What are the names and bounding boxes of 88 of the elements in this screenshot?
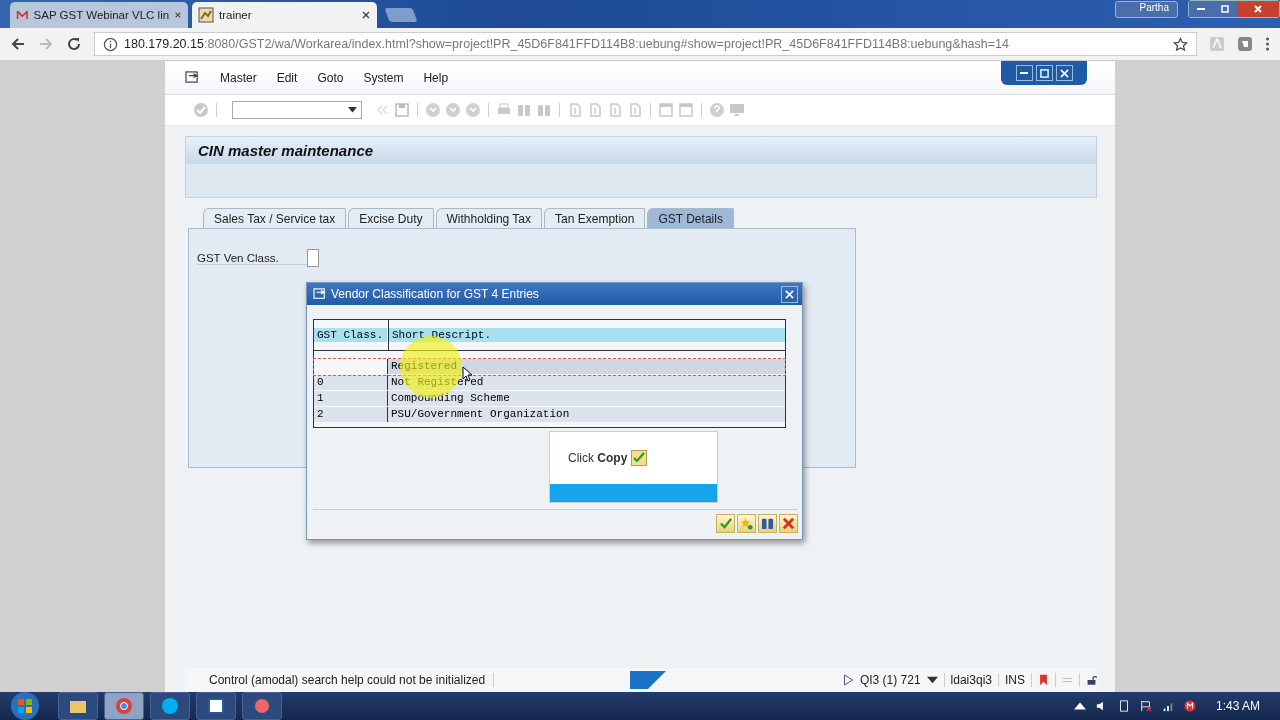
status-message: Control (amodal) search help could not be initialized: [209, 673, 495, 687]
word-taskbar-button[interactable]: [196, 692, 236, 720]
browser-tab[interactable]: trainer: [192, 2, 377, 28]
tab[interactable]: Withholding Tax: [435, 208, 543, 228]
bookmark-icon: [1038, 674, 1049, 686]
logo-icon: [630, 671, 667, 689]
favorite-add-button[interactable]: [737, 514, 756, 533]
table-cell: PSU/Government Organization: [391, 408, 570, 421]
input-field[interactable]: [307, 249, 319, 267]
close-icon: [1059, 68, 1069, 78]
callout-text: Click Copy: [568, 451, 628, 465]
profile-button[interactable]: Partha: [1114, 1, 1178, 18]
skype-icon: [161, 697, 179, 715]
minimize-icon: [1020, 72, 1028, 74]
close-icon[interactable]: [361, 10, 371, 20]
skype-taskbar-button[interactable]: [150, 692, 190, 720]
chrome-icon: [115, 697, 133, 715]
dropdown-icon[interactable]: [348, 107, 357, 113]
tray-arrow-icon[interactable]: [1073, 700, 1086, 712]
star-add-icon: [740, 517, 753, 530]
table-cell: Compounding Scheme: [391, 392, 510, 405]
folder-taskbar-button[interactable]: [58, 692, 98, 720]
clock[interactable]: 1:43 AM: [1215, 699, 1260, 713]
check-icon: [719, 517, 732, 530]
column-header: Short Descript.: [388, 320, 785, 350]
close-icon[interactable]: [174, 10, 182, 20]
minimize-button[interactable]: [1189, 1, 1213, 17]
table-row[interactable]: 1 Compounding Scheme: [314, 391, 785, 407]
menu-window-icon[interactable]: [185, 71, 200, 84]
menu-item[interactable]: System: [363, 70, 404, 85]
server-name: ldai3qi3: [950, 673, 992, 687]
new-tab-button[interactable]: [384, 8, 418, 22]
check-icon: [631, 450, 648, 466]
column-header: GST Class.: [314, 328, 387, 342]
chrome-taskbar-button[interactable]: [104, 692, 144, 720]
system-info[interactable]: QI3 (1) 721: [859, 673, 921, 687]
info-icon: [103, 36, 118, 52]
menu-item[interactable]: Help: [423, 70, 449, 85]
close-icon: [785, 289, 794, 299]
extension-icon[interactable]: [1237, 36, 1253, 52]
close-icon: [1253, 4, 1263, 14]
mail-icon[interactable]: [1183, 700, 1196, 712]
start-button[interactable]: [10, 691, 40, 720]
table-cell: 2: [317, 408, 324, 421]
close-button[interactable]: [1055, 65, 1073, 81]
unlock-icon[interactable]: [1086, 674, 1097, 686]
copy-button[interactable]: [716, 514, 735, 533]
maximize-button[interactable]: [1035, 65, 1053, 81]
command-field[interactable]: [232, 101, 362, 119]
close-button[interactable]: [1237, 1, 1279, 17]
trainer-taskbar-button[interactable]: [242, 692, 282, 720]
save-icon[interactable]: [394, 102, 410, 118]
close-button[interactable]: [781, 285, 798, 303]
menu-item[interactable]: Edit: [276, 70, 298, 85]
browser-tab[interactable]: SAP GST Webinar VLC lin: [10, 2, 188, 28]
insert-mode: INS: [1005, 673, 1025, 687]
table-row[interactable]: 2 PSU/Government Organization: [314, 407, 785, 423]
url-text: 180.179.20.15:8080/GST2/wa/Workarea/index.html?show=project!PR_45D6F841FFD114B8:uebung#show=project!PR_45D6F841FFD114B8:uebung&hash=14: [124, 37, 1010, 51]
play-icon[interactable]: [842, 674, 854, 686]
star-icon[interactable]: [1173, 36, 1188, 52]
minimize-icon: [1197, 8, 1205, 10]
maximize-icon: [1220, 4, 1230, 14]
app-icon: [198, 7, 214, 23]
cancel-button[interactable]: [779, 514, 798, 533]
table-cell: 1: [317, 392, 324, 405]
screen-title: CIN master maintenance: [198, 142, 374, 159]
window-icon: [313, 288, 327, 300]
minimize-button[interactable]: [1015, 65, 1033, 81]
signal-icon[interactable]: [1161, 700, 1174, 712]
table-cell: 0: [317, 376, 324, 389]
menu-icon[interactable]: [1265, 36, 1270, 52]
network-flag-icon[interactable]: [1139, 700, 1152, 712]
menu-item[interactable]: Master: [220, 70, 257, 85]
menu-item[interactable]: Goto: [317, 70, 344, 85]
dialog-title: Vendor Classification for GST 4 Entries: [331, 287, 539, 301]
tab[interactable]: Sales Tax / Service tax: [203, 208, 347, 228]
find-button[interactable]: [758, 514, 777, 533]
tab[interactable]: GST Details: [647, 208, 734, 228]
tab-title: SAP GST Webinar VLC lin: [33, 9, 170, 21]
battery-icon[interactable]: [1117, 700, 1130, 712]
dropdown-icon[interactable]: [926, 674, 938, 686]
maximize-button[interactable]: [1213, 1, 1237, 17]
tab[interactable]: Tan Exemption: [544, 208, 646, 228]
address-field[interactable]: 180.179.20.15:8080/GST2/wa/Workarea/index.html?show=project!PR_45D6F841FFD114B8:uebung#show=project!PR_45D6F841FFD114B8:uebung&hash=14: [94, 32, 1197, 56]
maximize-icon: [1039, 68, 1049, 78]
reload-icon[interactable]: [66, 36, 82, 52]
tab-title: trainer: [219, 9, 253, 21]
tab[interactable]: Excise Duty: [348, 208, 434, 228]
